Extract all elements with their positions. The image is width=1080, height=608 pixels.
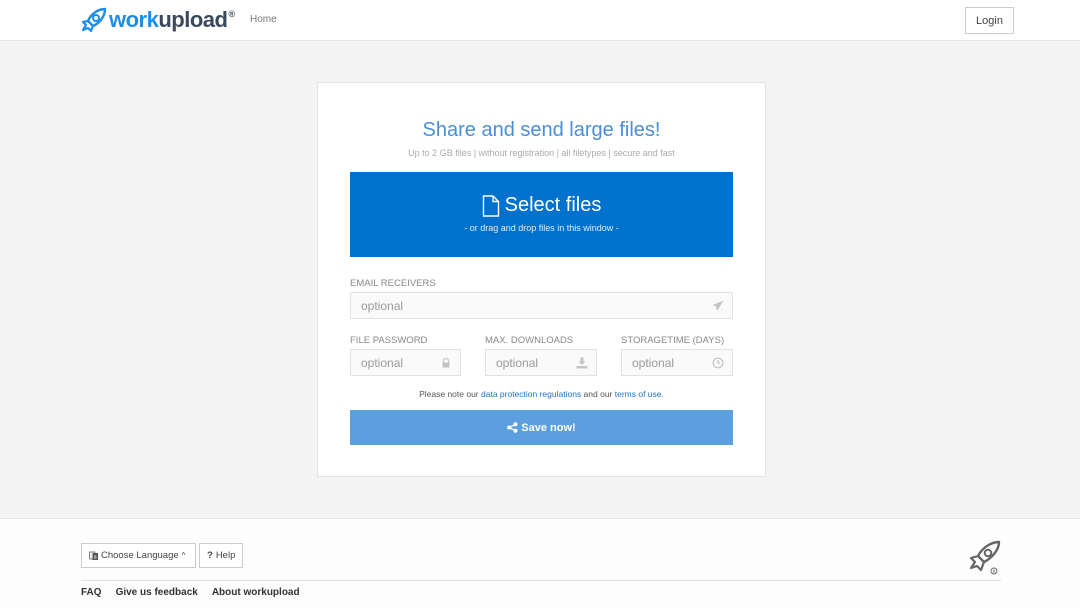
login-button[interactable]: Login [965,7,1014,34]
storagetime-label: STORAGETIME (DAYS) [621,335,725,346]
workupload-logo[interactable]: workupload ® [80,5,235,35]
svg-text:a: a [94,554,97,560]
upload-card: Share and send large files! Up to 2 GB f… [317,82,766,477]
file-password-label: FILE PASSWORD [350,335,428,346]
footer-links: FAQ Give us feedback About workupload [81,587,314,598]
paper-plane-icon [712,300,724,311]
max-downloads-field [485,349,597,376]
chevron-up-icon: ^ [181,551,186,560]
notice-middle: and our [581,389,615,399]
legal-notice: Please note our data protection regulati… [318,389,765,399]
registered-mark: ® [228,9,236,19]
logo-text-work: work [109,7,159,32]
notice-suffix: . [661,389,664,399]
rocket-footer-icon: R [969,540,1001,575]
nav-home-link[interactable]: Home [250,14,277,25]
notice-prefix: Please note our [419,389,481,399]
storagetime-field [621,349,733,376]
help-label: Help [215,550,236,561]
page-title: Share and send large files! [422,119,661,141]
max-downloads-label: MAX. DOWNLOADS [485,335,574,346]
page-footer: a Choose Language ^ ? Help R FAQ Give us… [0,518,1080,608]
save-now-button[interactable]: Save now! [350,410,733,445]
choose-language-label: Choose Language [101,550,179,561]
save-now-label: Save now! [521,421,576,434]
question-icon: ? [207,550,213,561]
select-files-row: Select files [350,194,733,217]
svg-text:R: R [993,569,996,575]
data-protection-link[interactable]: data protection regulations [481,389,581,399]
file-password-field [350,349,461,376]
help-button[interactable]: ? Help [199,543,243,568]
footer-divider [81,580,1001,581]
share-icon [507,422,518,433]
email-receivers-field [350,292,733,319]
choose-language-button[interactable]: a Choose Language ^ [81,543,196,568]
download-icon [576,357,588,369]
email-receivers-label: EMAIL RECEIVERS [350,278,436,289]
clock-icon [712,357,724,369]
rocket-logo-icon [81,7,107,33]
email-receivers-input[interactable] [351,293,732,318]
footer-link-faq[interactable]: FAQ [81,587,102,598]
footer-link-feedback[interactable]: Give us feedback [116,587,198,598]
terms-of-use-link[interactable]: terms of use [615,389,662,399]
select-files-button[interactable]: Select files - or drag and drop files in… [350,172,733,257]
file-icon [482,194,499,217]
footer-link-about[interactable]: About workupload [212,587,300,598]
lock-icon [442,357,450,368]
top-header: workupload ® Home Login [0,0,1080,41]
logo-text: workupload [109,7,228,33]
page-subtitle: Up to 2 GB files | without registration … [408,148,675,158]
drag-drop-hint: - or drag and drop files in this window … [464,223,619,233]
logo-text-upload: upload [158,7,228,32]
select-files-label: Select files [504,194,602,216]
language-icon: a [89,551,98,560]
